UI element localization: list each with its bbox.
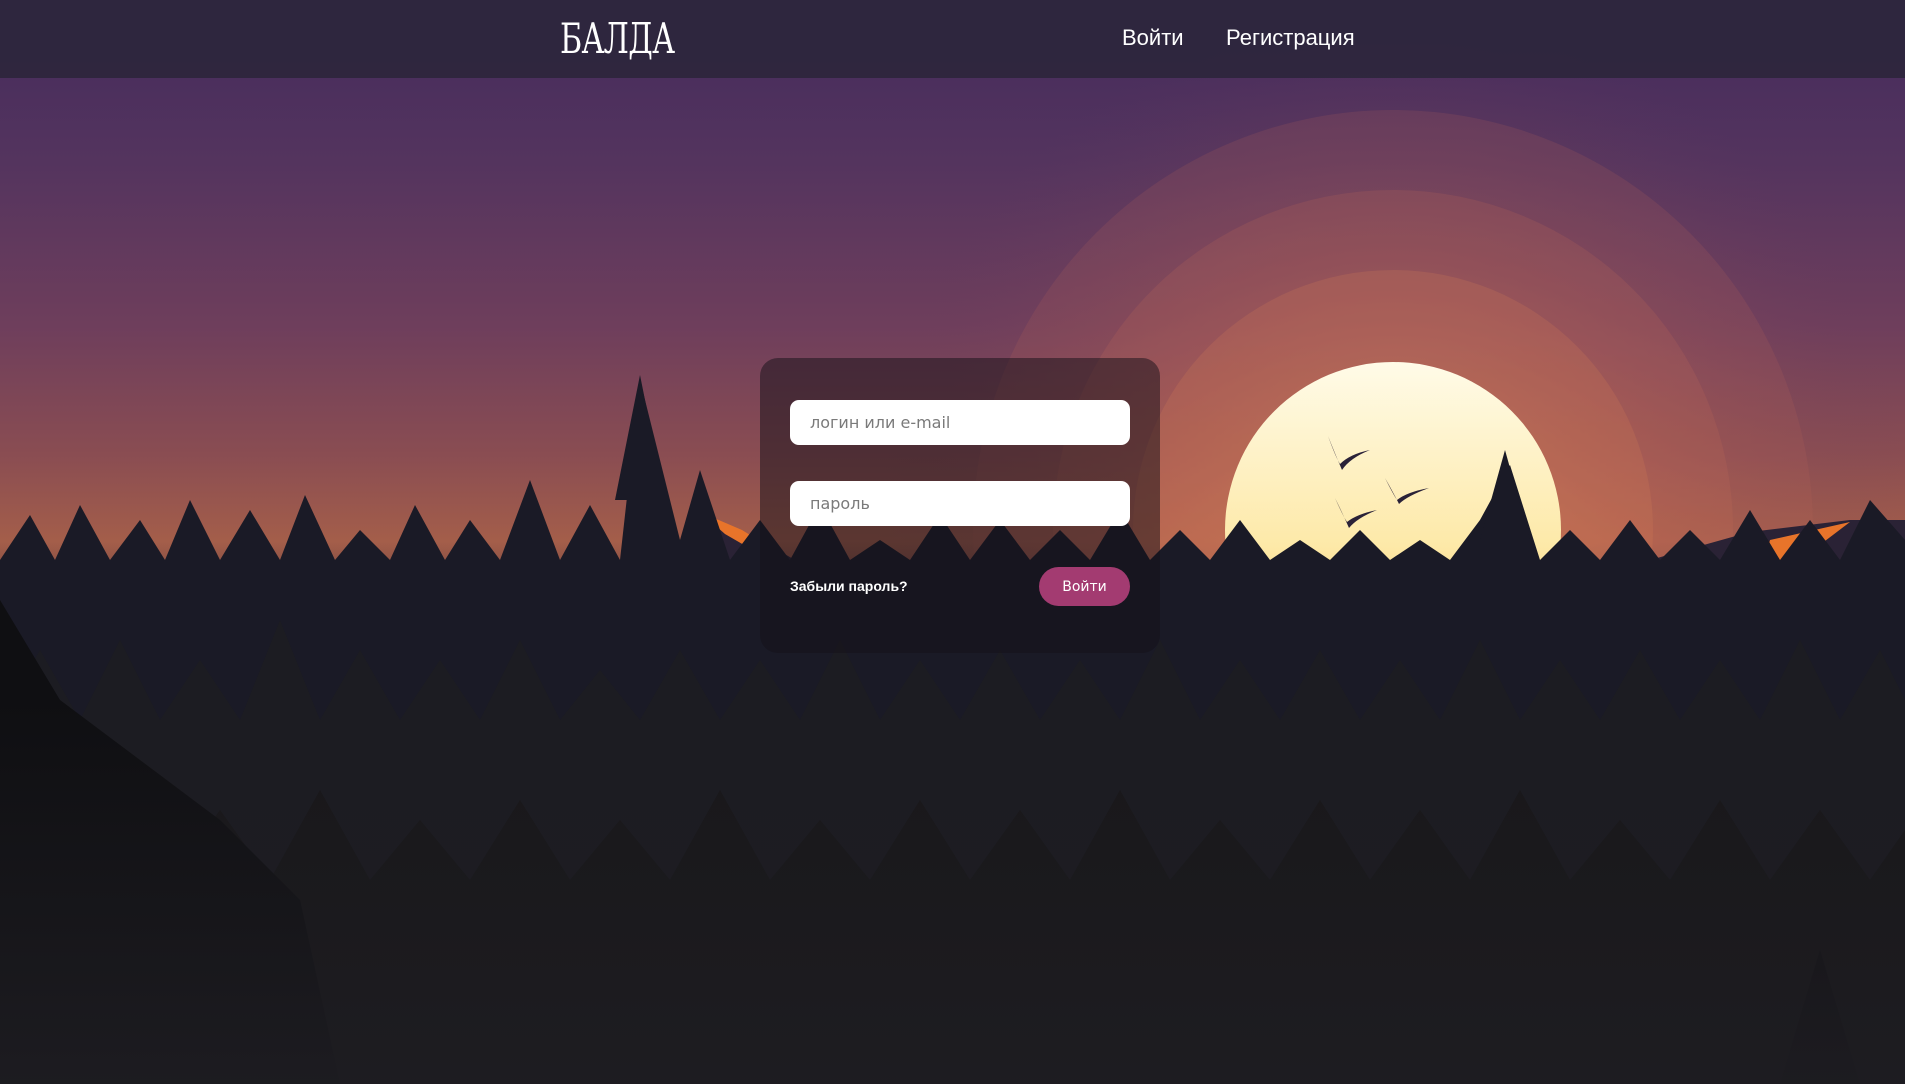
top-navbar: БАЛДА Войти Регистрация [0,0,1905,78]
password-input[interactable] [790,481,1130,526]
login-submit-button[interactable]: Войти [1039,567,1130,606]
forgot-password-link[interactable]: Забыли пароль? [790,578,908,594]
nav-login-link[interactable]: Войти [1122,24,1184,52]
page: БАЛДА Войти Регистрация Забыли пароль? В… [0,0,1905,1084]
nav-register-link[interactable]: Регистрация [1226,24,1355,52]
login-form: Забыли пароль? Войти [760,358,1160,653]
login-input[interactable] [790,400,1130,445]
site-logo[interactable]: БАЛДА [560,14,675,64]
